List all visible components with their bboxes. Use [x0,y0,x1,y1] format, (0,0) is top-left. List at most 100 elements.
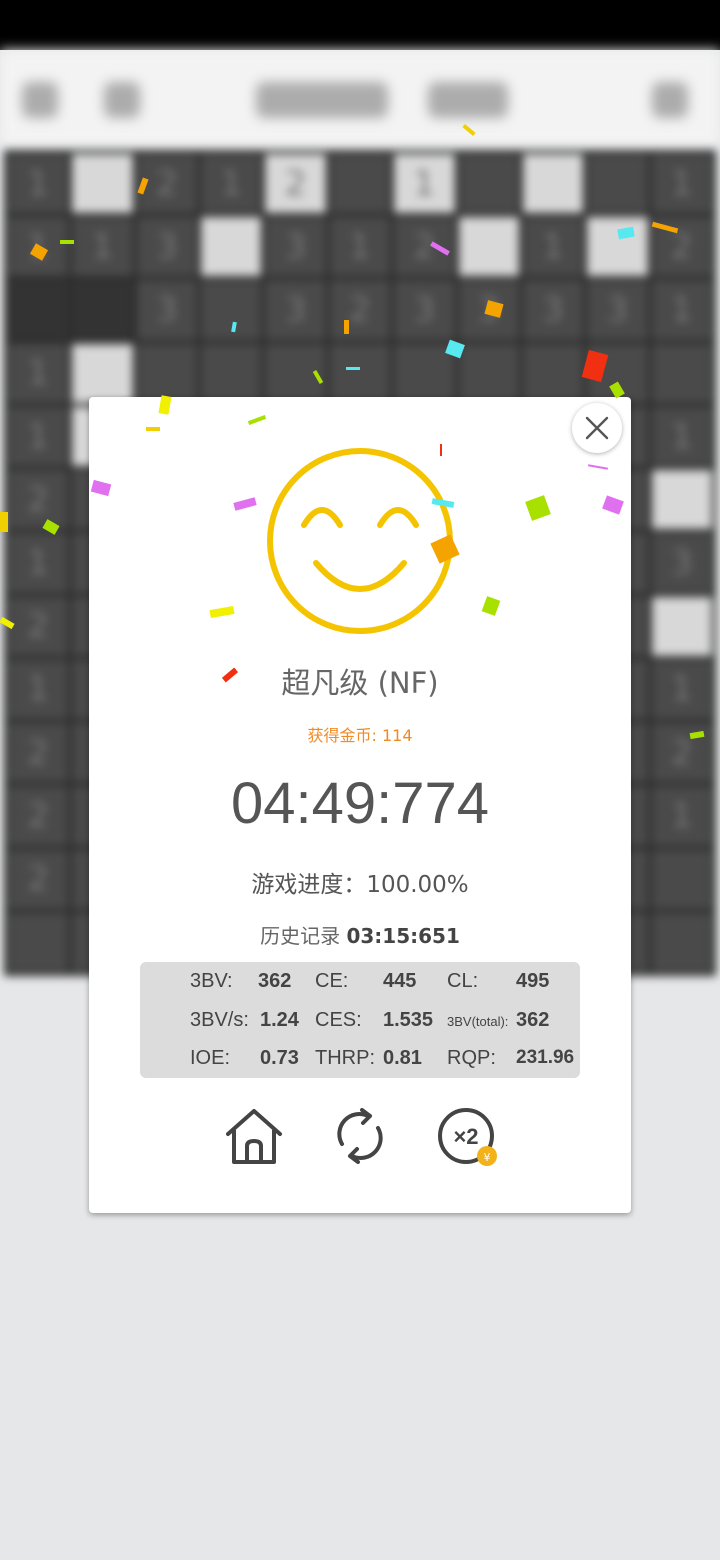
board-cell: 2 [265,154,326,214]
history-value: 03:15:651 [346,924,460,948]
stat-ce-label: CE: [315,970,349,992]
close-icon [585,416,609,440]
settings-icon [104,82,140,118]
stat-thrp-label: THRP: [315,1047,375,1069]
board-cell [136,343,198,403]
board-cell: 1 [651,406,712,467]
board-cell: 3 [265,280,326,340]
board-cell [587,154,648,214]
home-icon [226,1109,282,1164]
board-cell: 1 [651,280,712,340]
board-cell: 1 [522,217,584,277]
double-reward-button[interactable]: ×2 ¥ [436,1104,502,1170]
double-reward-icon: ×2 ¥ [438,1108,497,1166]
board-cell [329,343,391,403]
confetti-piece [346,367,360,370]
board-cell: 2 [394,217,455,277]
board-cell: 3 [394,280,455,340]
smiley-face-icon [267,448,453,634]
board-cell [458,154,519,214]
menu-icon [22,82,58,118]
coin-badge-icon: ¥ [484,1151,491,1164]
stat-ces-label: CES: [315,1009,362,1031]
board-cell: 2 [329,280,391,340]
stat-ce-value: 445 [383,970,417,992]
stat-ces-value: 1.535 [383,1009,434,1031]
flag-icon [652,82,688,118]
confetti-piece [344,320,349,334]
board-cell: 1 [651,786,712,846]
board-cell: 1 [651,659,712,720]
game-toolbar [0,50,720,146]
board-cell: 1 [329,217,391,277]
board-cell: 1 [8,533,69,593]
board-cell [522,154,584,214]
history-label: 历史记录 [260,924,341,948]
board-cell: 1 [394,154,455,214]
confetti-piece [60,240,74,244]
stat-thrp-value: 0.81 [383,1047,422,1069]
board-cell: 1 [8,154,69,214]
close-button[interactable] [572,403,622,453]
board-cell [201,217,262,277]
confetti-piece [440,444,442,456]
stats-panel: 3BV: 362 CE: 445 CL: 495 3BV/s: 1.24 CES… [140,962,580,1078]
board-cell [329,154,391,214]
board-cell: 3 [522,280,584,340]
board-cell [72,343,133,403]
stat-cl-label: CL: [447,970,479,992]
status-bar [0,0,720,50]
board-cell [8,912,69,972]
stat-3bv-value: 362 [258,970,292,992]
board-cell: 2 [8,470,69,530]
game-progress: 游戏进度：100.00% [251,872,469,898]
timer-display [256,82,388,118]
mine-counter [428,82,508,118]
board-cell: 3 [265,217,326,277]
home-button[interactable] [222,1104,286,1168]
board-cell [458,217,519,277]
board-cell [651,849,712,909]
double-reward-text: ×2 [453,1124,478,1149]
coins-earned: 获得金币: 114 [307,726,413,745]
board-cell: 2 [8,596,69,656]
final-time: 04:49:774 [230,771,490,836]
board-cell [72,280,133,340]
board-cell: 3 [136,280,198,340]
stat-3bvs-label: 3BV/s: [190,1009,249,1031]
history-record: 历史记录 03:15:651 [89,920,631,949]
stat-ioe-label: IOE: [190,1047,231,1069]
board-cell [651,912,712,972]
board-cell: 3 [587,280,648,340]
board-cell [522,343,584,403]
confetti-piece [0,512,8,532]
board-cell [651,343,712,403]
board-cell [651,470,712,530]
stat-cl-value: 495 [516,970,550,992]
stat-3bvtotal-label: 3BV(total): [447,1014,509,1029]
board-cell: 1 [651,154,712,214]
level-label: 超凡级 (NF) [281,666,439,700]
stat-ioe-value: 0.73 [260,1047,299,1069]
board-cell: 3 [651,533,712,593]
board-cell: 1 [201,154,262,214]
board-cell [458,343,519,403]
board-cell: 2 [8,723,69,783]
board-cell [8,280,69,340]
stat-rqp-value: 231.96 [516,1047,575,1068]
restart-icon [337,1108,383,1164]
confetti-piece [146,427,160,431]
board-cell [72,154,133,214]
stat-3bv-label: 3BV: [190,970,233,992]
stat-3bvs-value: 1.24 [260,1009,299,1031]
restart-button[interactable] [328,1104,392,1168]
board-cell: 2 [8,849,69,909]
board-cell [587,217,648,277]
board-cell: 3 [136,217,198,277]
board-cell [201,343,262,403]
board-cell: 1 [8,406,69,467]
board-cell: 2 [8,786,69,846]
stat-3bvtotal-value: 362 [516,1009,550,1031]
board-cell: 1 [72,217,133,277]
board-cell: 1 [8,659,69,720]
